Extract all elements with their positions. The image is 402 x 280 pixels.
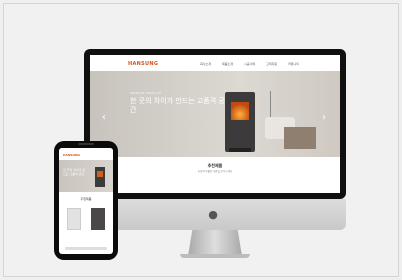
- stove-base: [229, 148, 251, 152]
- floor-lamp-illustration: [270, 91, 271, 117]
- imac-stand-foot: [180, 254, 250, 258]
- mobile-logo[interactable]: HANSUNG: [63, 153, 80, 157]
- mobile-stove-image: [95, 167, 105, 187]
- mobile-product-card[interactable]: [67, 208, 81, 230]
- mobile-nav-bar: HANSUNG: [59, 148, 113, 160]
- section-subtitle: 한성의 특별한 제품을 만나보세요: [197, 170, 233, 173]
- cabinet-illustration: [284, 127, 316, 149]
- phone-speaker: [78, 143, 94, 145]
- mobile-hero-banner: 한 끗의 차이가 만드는 고품격 공간: [59, 160, 113, 192]
- nav-item-5[interactable]: 커뮤니티: [288, 62, 299, 66]
- imac-stand: [188, 230, 242, 256]
- desktop-screen: HANSUNG 회사소개 제품소개 시공사례 고객지원 커뮤니티 PREMIUM…: [90, 55, 340, 193]
- desktop-nav-bar: HANSUNG 회사소개 제품소개 시공사례 고객지원 커뮤니티: [90, 55, 340, 71]
- hero-eyebrow: PREMIUM FIREPLACE: [130, 91, 162, 95]
- mobile-product-card[interactable]: [91, 208, 105, 230]
- desktop-logo[interactable]: HANSUNG: [128, 61, 158, 67]
- slider-next-arrow-icon[interactable]: ›: [322, 112, 326, 123]
- hero-title: 한 끗의 차이가 만드는 고품격 공간: [130, 97, 225, 114]
- nav-item-3[interactable]: 시공사례: [244, 62, 255, 66]
- nav-item-4[interactable]: 고객지원: [266, 62, 277, 66]
- apple-logo-icon: ●: [208, 208, 218, 221]
- slider-prev-arrow-icon[interactable]: ‹: [102, 112, 106, 123]
- mobile-section-title: 추천제품: [80, 197, 92, 201]
- nav-item-2[interactable]: 제품소개: [222, 62, 233, 66]
- imac-monitor: HANSUNG 회사소개 제품소개 시공사례 고객지원 커뮤니티 PREMIUM…: [84, 49, 346, 199]
- iphone-device: HANSUNG 한 끗의 차이가 만드는 고품격 공간 추천제품: [54, 141, 118, 260]
- mobile-screen: HANSUNG 한 끗의 차이가 만드는 고품격 공간 추천제품: [59, 148, 113, 254]
- mobile-more-button[interactable]: [65, 247, 107, 250]
- mobile-hero-title: 한 끗의 차이가 만드는 고품격 공간: [63, 168, 86, 176]
- stove-fire-window: [231, 102, 249, 120]
- nav-item-1[interactable]: 회사소개: [200, 62, 211, 66]
